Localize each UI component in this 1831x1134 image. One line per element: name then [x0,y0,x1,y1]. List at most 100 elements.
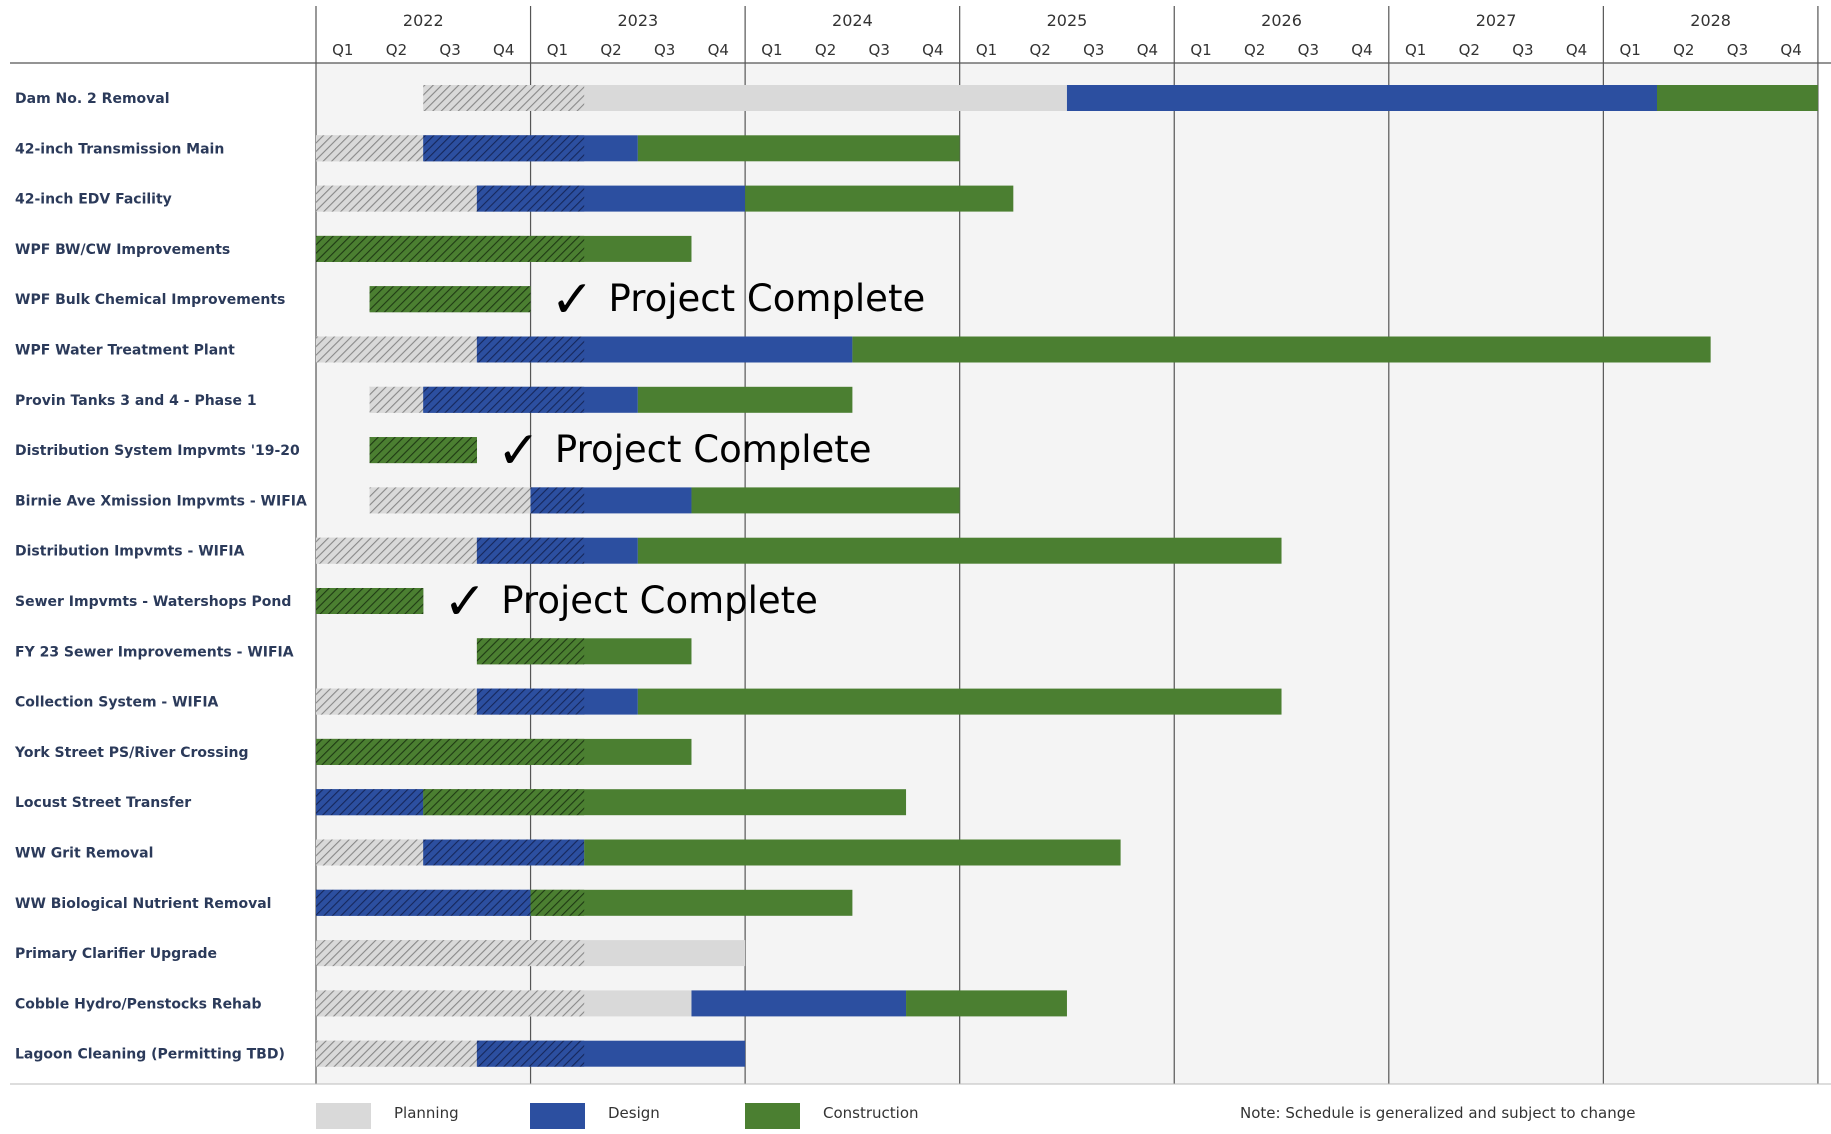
year-label-2028: 2028 [1690,11,1731,30]
project-complete-label: Project Complete [555,428,872,471]
bar-planning-hatched [316,1040,477,1067]
bar-construction [852,336,1711,363]
bar-planning-hatched [316,135,424,162]
checkmark-icon: ✓ [551,270,595,330]
row-label: WPF Bulk Chemical Improvements [15,292,285,308]
project-complete-label: Project Complete [501,579,818,622]
row-label: Distribution Impvmts - WIFIA [15,544,245,560]
gantt-row: WPF BW/CW Improvements [15,235,692,262]
row-label: WPF Water Treatment Plant [15,343,235,359]
grid-background [316,63,1818,1084]
row-label: 42-inch EDV Facility [15,192,172,208]
bar-design [1066,85,1657,111]
bar-construction [637,135,960,162]
quarter-label: Q1 [761,41,782,59]
bar-construction [584,839,1121,866]
quarter-label: Q4 [1780,41,1801,59]
legend-swatch-construction [745,1103,800,1129]
year-label-2025: 2025 [1047,11,1088,30]
row-label: Sewer Impvmts - Watershops Pond [15,594,291,610]
bar-construction [691,487,960,514]
bar-construction [637,386,853,413]
row-label: Dam No. 2 Removal [15,91,170,107]
bar-planning-hatched [369,386,424,413]
bar-construction [1657,85,1818,111]
row-label: Locust Street Transfer [15,795,191,811]
row-label: WW Biological Nutrient Removal [15,896,271,912]
gantt-row: Cobble Hydro/Penstocks Rehab [15,990,1067,1017]
bar-construction-hatched [423,789,585,816]
gantt-row: WW Biological Nutrient Removal [15,889,853,916]
legend-design: Design [530,1103,660,1129]
bar-planning-hatched [316,990,585,1017]
quarter-label: Q2 [1244,41,1265,59]
quarter-label: Q1 [547,41,568,59]
legend-label-construction: Construction [823,1104,919,1122]
year-label-2027: 2027 [1476,11,1517,30]
year-label-2022: 2022 [403,11,444,30]
quarter-label: Q4 [493,41,514,59]
bar-construction-hatched [316,738,585,765]
bar-construction [637,688,1282,715]
year-label-2023: 2023 [617,11,658,30]
quarter-label: Q2 [386,41,407,59]
bar-design-hatched [476,1040,585,1067]
legend-label-design: Design [608,1104,660,1122]
legend-swatch-design [530,1103,585,1129]
year-label-2026: 2026 [1261,11,1302,30]
quarter-label: Q2 [815,41,836,59]
quarter-label: Q4 [1566,41,1587,59]
row-label: Collection System - WIFIA [15,695,219,711]
row-label: WW Grit Removal [15,846,153,862]
gantt-row: Distribution Impvmts - WIFIA [15,537,1282,564]
bar-construction-hatched [369,286,531,313]
gantt-row: York Street PS/River Crossing [14,738,692,765]
bar-planning-hatched [316,336,477,363]
gantt-row: 42-inch EDV Facility [15,185,1014,212]
bar-planning-hatched [316,688,477,715]
legend-construction: Construction [745,1103,919,1129]
row-label: Cobble Hydro/Penstocks Rehab [15,996,262,1012]
gantt-svg: 2022 Q1 Q2 Q3 Q4 2023 Q1 Q2 Q3 Q4 2024 Q1 Q2 Q3 Q4 2025… [10,6,1831,1129]
quarter-label: Q3 [654,41,675,59]
quarter-label: Q1 [1620,41,1641,59]
row-label: WPF BW/CW Improvements [15,242,230,258]
legend-planning: Planning [316,1103,459,1129]
quarter-label: Q1 [1190,41,1211,59]
bar-planning-hatched [369,487,531,514]
schedule-gantt-chart: 2022 Q1 Q2 Q3 Q4 2023 Q1 Q2 Q3 Q4 2024 Q1 Q2 Q3 Q4 2025… [0,0,1831,1130]
checkmark-icon: ✓ [443,572,487,632]
year-label-2024: 2024 [832,11,873,30]
checkmark-icon: ✓ [497,421,541,481]
bar-planning-hatched [316,185,477,212]
bar-design-hatched [530,487,585,514]
quarter-label: Q1 [332,41,353,59]
project-complete-label: Project Complete [609,277,926,320]
legend-swatch-planning [316,1103,371,1129]
quarter-label: Q4 [922,41,943,59]
gantt-row: Dam No. 2 Removal [15,85,1818,111]
gantt-row: Collection System - WIFIA [15,688,1282,715]
row-label: Provin Tanks 3 and 4 - Phase 1 [15,393,257,409]
gantt-row: Locust Street Transfer [15,789,907,816]
quarter-label: Q3 [1298,41,1319,59]
bar-construction [906,990,1067,1017]
bar-design-hatched [476,185,585,212]
quarter-label: Q1 [976,41,997,59]
gantt-row: Lagoon Cleaning (Permitting TBD) [15,1040,746,1067]
bar-construction-hatched [476,638,585,665]
bar-construction [637,537,1282,564]
bar-design-hatched [316,889,531,916]
row-label: 42-inch Transmission Main [15,141,224,157]
bar-planning-hatched [423,85,585,111]
row-label: Lagoon Cleaning (Permitting TBD) [15,1047,285,1063]
bar-design-hatched [423,386,585,413]
quarter-label: Q2 [1029,41,1050,59]
bar-design-hatched [423,135,585,162]
bar-design-hatched [423,839,585,866]
gantt-row: Birnie Ave Xmission Impvmts - WIFIA [15,487,960,514]
bar-planning-hatched [316,839,424,866]
quarter-label: Q3 [1727,41,1748,59]
quarter-label: Q2 [600,41,621,59]
bar-design-hatched [476,688,585,715]
